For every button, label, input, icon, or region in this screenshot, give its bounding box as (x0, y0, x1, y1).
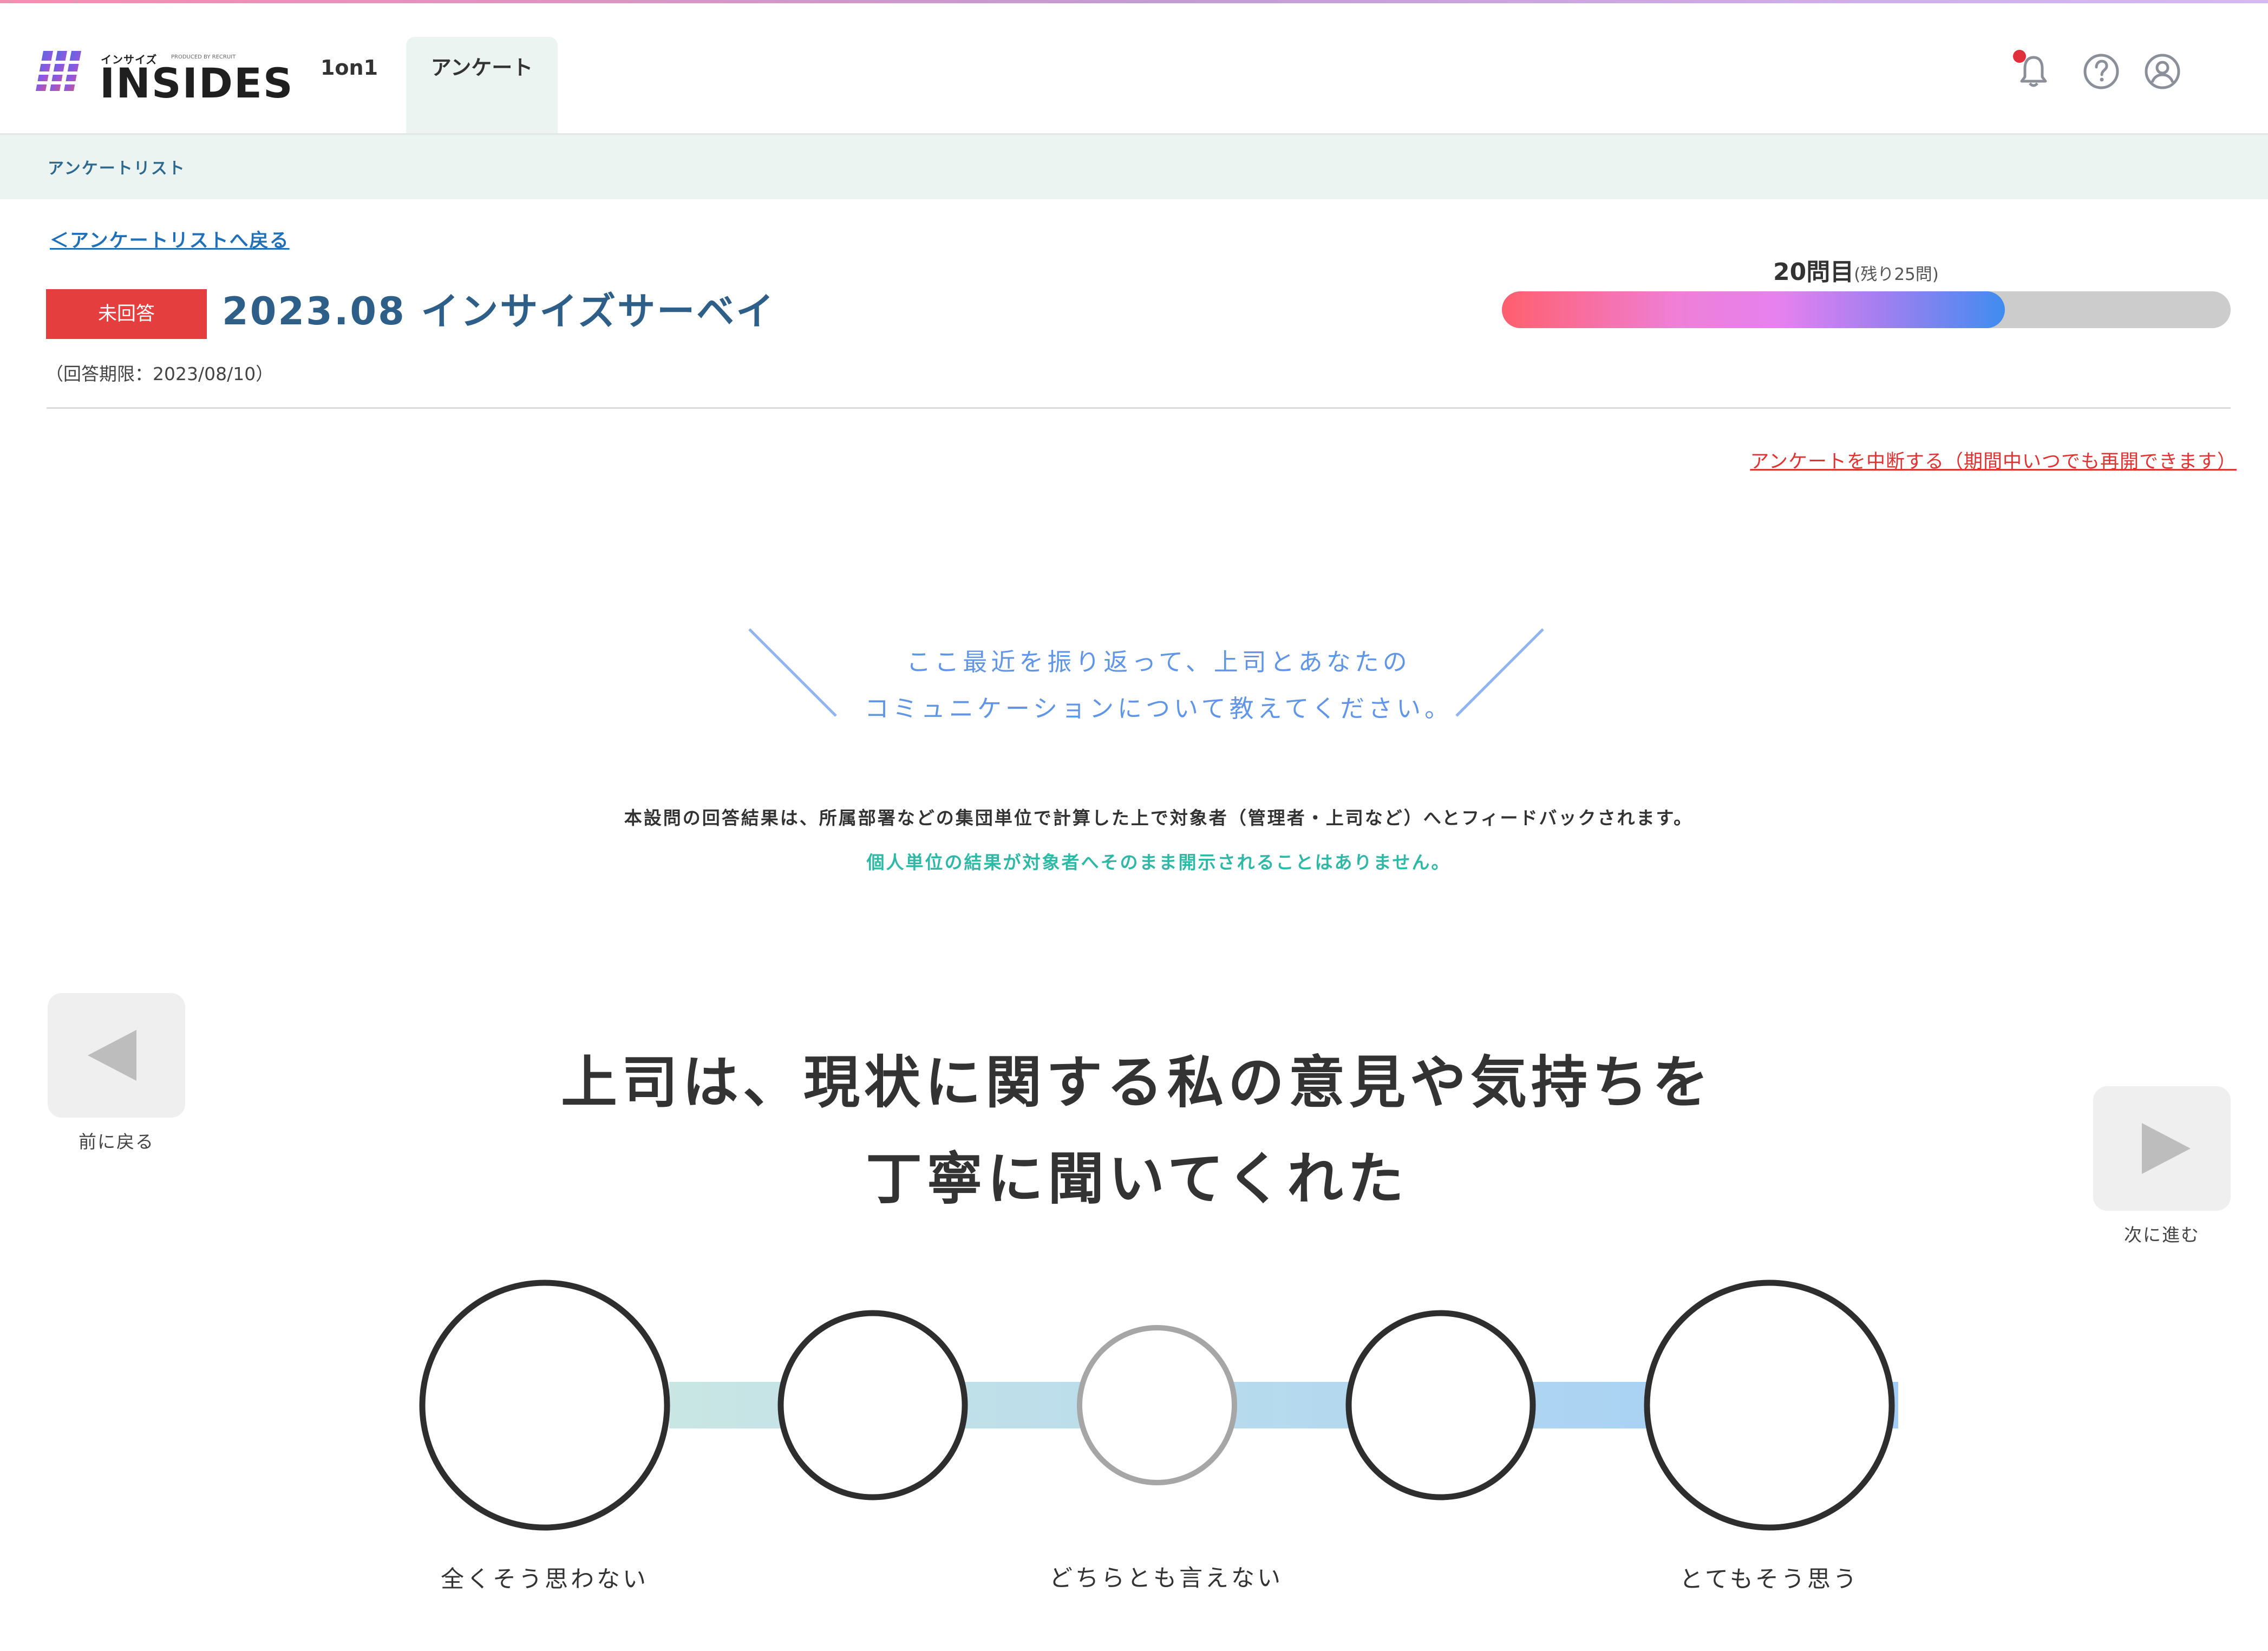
progress-label: 20問目(残り25問) (1773, 252, 1939, 287)
question-text: 上司は、現状に関する私の意見や気持ちを 丁寧に聞いてくれた (487, 1034, 1787, 1227)
tab-survey[interactable]: アンケート (406, 37, 558, 133)
suspend-survey-link[interactable]: アンケートを中断する（期間中いつでも再開できます） (1750, 446, 2237, 474)
progress-remaining: (残り25問) (1854, 265, 1939, 284)
triangle-left-icon (88, 1030, 136, 1081)
scale-option-4[interactable] (1345, 1310, 1536, 1500)
header-divider (47, 407, 2231, 409)
scale-option-2[interactable] (777, 1310, 968, 1500)
scale-option-3[interactable] (1077, 1325, 1237, 1485)
answer-deadline: （回答期限：2023/08/10） (45, 363, 274, 384)
back-to-list-link[interactable]: ＜アンケートリストへ戻る (50, 225, 290, 253)
breadcrumb-survey-list[interactable]: アンケートリスト (48, 155, 186, 179)
progress-bar (1502, 291, 2231, 328)
logo-mark-icon (31, 51, 91, 91)
section-prompt: ここ最近を振り返って、上司とあなたの コミュニケーションについて教えてください。 (812, 639, 1505, 732)
sub-navigation-bar (0, 135, 2268, 199)
scale-option-5[interactable] (1644, 1280, 1895, 1531)
prompt-line-1: ここ最近を振り返って、上司とあなたの (906, 648, 1411, 676)
scale-label-middle: どちらとも言えない (1049, 1565, 1283, 1592)
question-line-1: 上司は、現状に関する私の意見や気持ちを (560, 1049, 1713, 1115)
likert-scale: 全くそう思わない どちらとも言えない とてもそう思う (0, 1267, 2268, 1593)
app-header: インサイズ PRODUCED BY RECRUIT INSIDES 1on1 ア… (0, 3, 2268, 135)
next-label: 次に進む (2124, 1224, 2200, 1245)
insides-logo[interactable]: インサイズ PRODUCED BY RECRUIT INSIDES (31, 47, 293, 106)
question-line-2: 丁寧に聞いてくれた (866, 1146, 1408, 1212)
help-icon[interactable] (2082, 52, 2121, 91)
prompt-line-2: コミュニケーションについて教えてください。 (864, 694, 1453, 723)
progress-current: 20問目 (1773, 258, 1854, 286)
notification-dot (2013, 50, 2026, 63)
logo-wordmark: INSIDES (100, 59, 294, 107)
triangle-right-icon (2142, 1123, 2191, 1174)
scale-label-right: とてもそう思う (1679, 1566, 1859, 1593)
tab-1on1[interactable]: 1on1 (309, 37, 390, 133)
next-button[interactable] (2093, 1086, 2231, 1211)
previous-label: 前に戻る (79, 1131, 154, 1152)
account-icon[interactable] (2143, 52, 2182, 91)
previous-button[interactable] (48, 993, 185, 1118)
progress-bar-fill (1502, 291, 2005, 328)
privacy-notice: 個人単位の結果が対象者へそのまま開示されることはありません。 (866, 852, 1451, 873)
page-title: 2023.08 インサイズサーベイ (222, 289, 776, 334)
status-badge: 未回答 (46, 289, 207, 339)
scale-option-1[interactable] (419, 1280, 670, 1531)
feedback-notice: 本設問の回答結果は、所属部署などの集団単位で計算した上で対象者（管理者・上司など… (624, 807, 1694, 828)
scale-label-left: 全くそう思わない (441, 1566, 649, 1593)
